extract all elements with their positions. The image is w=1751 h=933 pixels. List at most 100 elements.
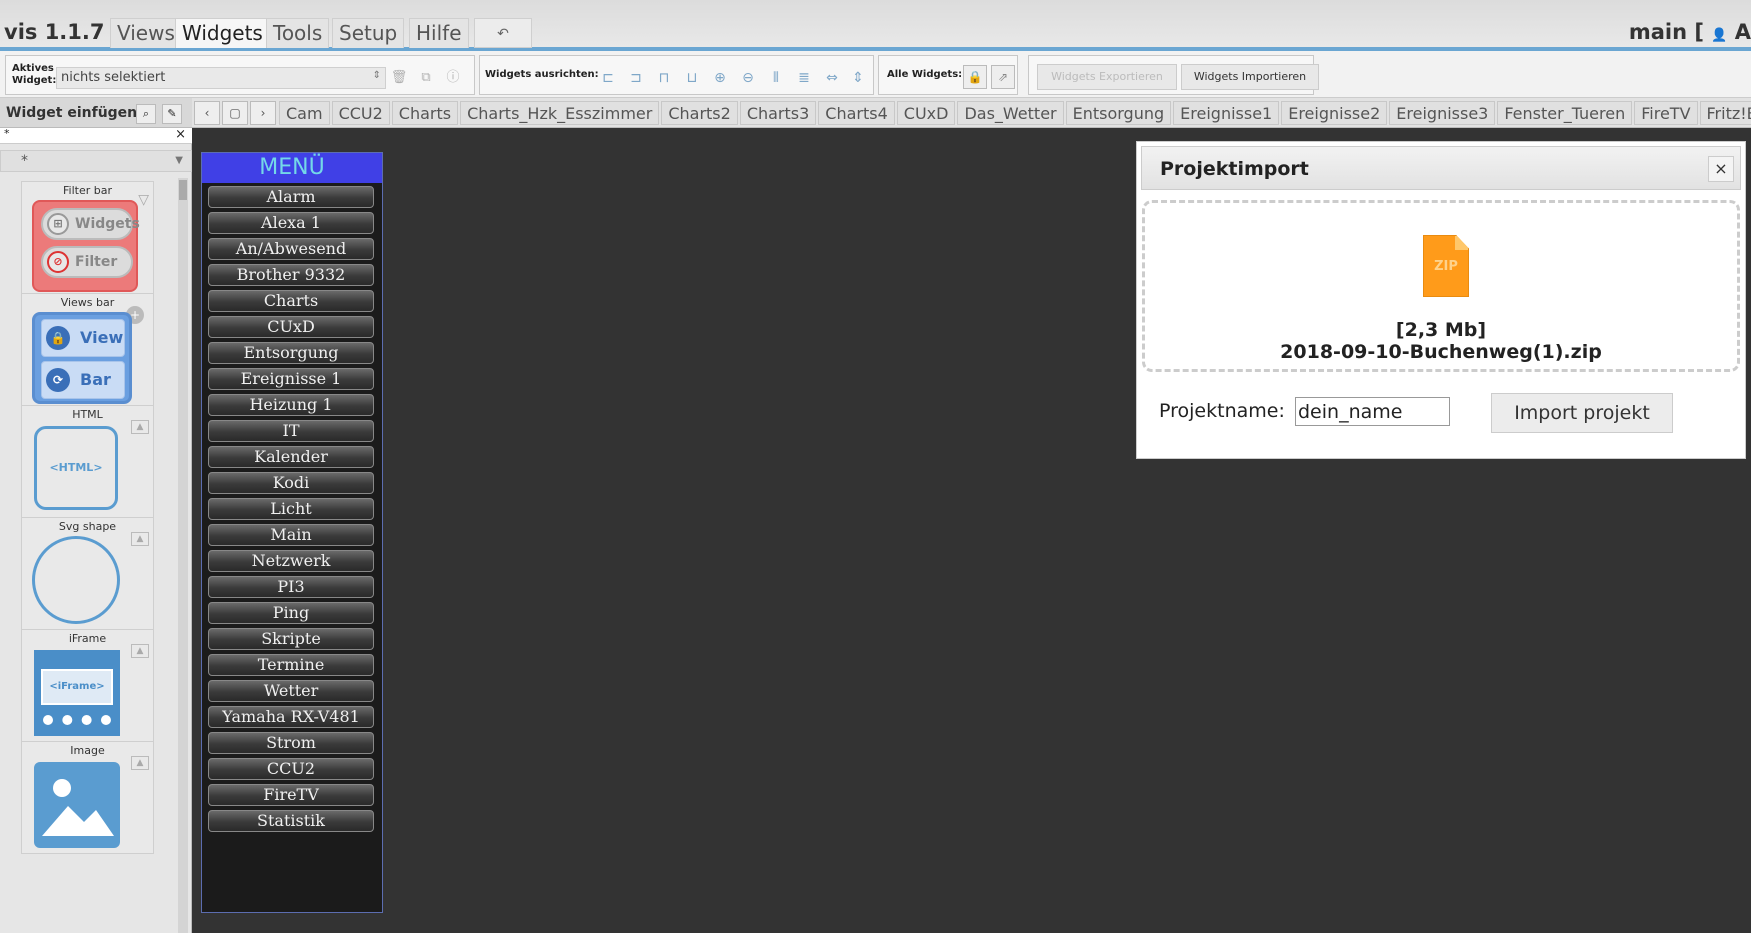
circle-shape-icon <box>32 536 120 624</box>
menu-button[interactable]: Brother 9332 <box>208 264 374 286</box>
palette-item-svg-shape[interactable]: Svg shape ▲ <box>21 517 154 630</box>
search-icon[interactable]: ⌕ <box>136 104 156 124</box>
tab-view[interactable]: Ereignisse3 <box>1389 101 1496 125</box>
tab-list-icon[interactable]: ▢ <box>222 101 248 125</box>
menu-button[interactable]: Strom <box>208 732 374 754</box>
user-icon[interactable]: 👤 <box>1711 28 1727 43</box>
palette-filter-input[interactable]: * × <box>0 127 192 144</box>
same-width-icon[interactable]: ⇔ <box>822 68 842 88</box>
file-name: 2018-09-10-Buchenweg(1).zip <box>1280 341 1602 363</box>
menu-button[interactable]: FireTV <box>208 784 374 806</box>
menu-button[interactable]: Termine <box>208 654 374 676</box>
project-name-input[interactable] <box>1295 397 1450 426</box>
filter-bar-preview: ⊞ Widgets ⊘ Filter <box>32 200 140 292</box>
menu-button[interactable]: Ping <box>208 602 374 624</box>
menu-widget[interactable]: MENÜ Alarm Alexa 1 An/Abwesend Brother 9332… <box>201 152 383 913</box>
same-height-icon[interactable]: ⇕ <box>848 68 868 88</box>
external-link-icon[interactable]: ⇗ <box>991 65 1015 89</box>
align-center-h-icon[interactable]: ⊖ <box>738 68 758 88</box>
menu-button[interactable]: An/Abwesend <box>208 238 374 260</box>
tab-prev-icon[interactable]: ‹ <box>194 101 220 125</box>
image-icon: ▲ <box>131 644 149 658</box>
palette-item-iframe[interactable]: iFrame ▲ <iFrame> <box>21 629 154 742</box>
preview-view-item: 🔒 View <box>41 319 125 357</box>
menu-button[interactable]: Alarm <box>208 186 374 208</box>
tag-icon[interactable]: ✎ <box>162 104 182 124</box>
tab-view[interactable]: Charts_Hzk_Esszimmer <box>460 101 660 125</box>
menu-button[interactable]: Wetter <box>208 680 374 702</box>
menu-button[interactable]: Charts <box>208 290 374 312</box>
tab-view[interactable]: Ereignisse2 <box>1281 101 1388 125</box>
tab-view[interactable]: FireTV <box>1634 101 1698 125</box>
align-center-v-icon[interactable]: ⊕ <box>710 68 730 88</box>
palette-item-filter-bar[interactable]: Filter bar ▽ ⊞ Widgets ⊘ Filter <box>21 181 154 294</box>
menu-button[interactable]: Kodi <box>208 472 374 494</box>
align-bottom-icon[interactable]: ⊔ <box>682 68 702 88</box>
widget-set-select[interactable]: * ▼ <box>0 150 192 172</box>
menu-button[interactable]: Main <box>208 524 374 546</box>
copy-icon[interactable]: ⧉ <box>415 67 437 89</box>
widget-set-value: * <box>21 153 28 169</box>
tab-view[interactable]: Charts3 <box>739 101 817 125</box>
menu-button[interactable]: Netzwerk <box>208 550 374 572</box>
menu-tools[interactable]: Tools <box>266 18 330 48</box>
tab-view[interactable]: Charts4 <box>818 101 895 125</box>
tab-view[interactable]: Fritz!Box_4040 <box>1699 101 1751 125</box>
menu-button[interactable]: CCU2 <box>208 758 374 780</box>
dialog-titlebar[interactable]: Projektimport × <box>1141 146 1741 190</box>
tab-view[interactable]: Charts <box>391 101 459 125</box>
palette-item-image[interactable]: Image ▲ <box>21 741 154 854</box>
export-widgets-button[interactable]: Widgets Exportieren <box>1037 64 1177 90</box>
tab-view[interactable]: CCU2 <box>331 101 390 125</box>
menu-widgets[interactable]: Widgets <box>175 18 270 48</box>
distribute-h-icon[interactable]: ⫴ <box>766 68 786 88</box>
align-left-icon[interactable]: ⊏ <box>598 68 618 88</box>
menu-button[interactable]: Licht <box>208 498 374 520</box>
align-right-icon[interactable]: ⊐ <box>626 68 646 88</box>
iframe-preview-label: <iFrame> <box>41 669 113 705</box>
menu-button[interactable]: CUxD <box>208 316 374 338</box>
palette-item-html[interactable]: HTML ▲ <HTML> <box>21 405 154 518</box>
menu-setup[interactable]: Setup <box>332 18 405 48</box>
palette-item-views-bar[interactable]: Views bar + 🔒 View ⟳ Bar <box>21 293 154 406</box>
menu-button[interactable]: Statistik <box>208 810 374 832</box>
close-icon[interactable]: × <box>1708 156 1734 182</box>
menu-button[interactable]: Yamaha RX-V481 <box>208 706 374 728</box>
tab-view[interactable]: Charts2 <box>661 101 738 125</box>
active-widget-select[interactable]: nichts selektiert ⇕ <box>56 67 386 89</box>
menu-button[interactable]: Skripte <box>208 628 374 650</box>
tab-view[interactable]: Cam <box>279 101 330 125</box>
menu-button[interactable]: Entsorgung <box>208 342 374 364</box>
preview-view-label: View <box>80 328 124 347</box>
tab-view[interactable]: Das_Wetter <box>957 101 1064 125</box>
align-top-icon[interactable]: ⊓ <box>654 68 674 88</box>
tab-view[interactable]: CUxD <box>896 101 956 125</box>
file-dropzone[interactable]: ZIP [2,3 Mb] 2018-09-10-Buchenweg(1).zip <box>1142 200 1740 372</box>
menu-hilfe[interactable]: Hilfe <box>409 18 469 48</box>
menu-button[interactable]: Alexa 1 <box>208 212 374 234</box>
undo-button[interactable]: ↶ <box>474 18 532 48</box>
lock-icon: 🔒 <box>46 326 70 350</box>
tab-view[interactable]: Entsorgung <box>1065 101 1172 125</box>
delete-icon[interactable]: 🗑 <box>388 67 410 89</box>
menu-button[interactable]: Kalender <box>208 446 374 468</box>
menu-button[interactable]: IT <box>208 420 374 442</box>
menu-button[interactable]: Ereignisse 1 <box>208 368 374 390</box>
clear-filter-icon[interactable]: × <box>175 127 186 142</box>
tab-view[interactable]: Ereignisse1 <box>1173 101 1280 125</box>
align-group: Widgets ausrichten: ⊏ ⊐ ⊓ ⊔ ⊕ ⊖ ⫴ ≣ ⇔ ⇕ <box>479 55 874 95</box>
scrollbar-thumb[interactable] <box>179 180 187 200</box>
iframe-dots <box>43 715 111 725</box>
info-icon[interactable]: ⓘ <box>442 67 464 89</box>
lock-icon[interactable]: 🔒 <box>963 65 987 89</box>
menu-views[interactable]: Views <box>110 18 182 48</box>
menu-button[interactable]: PI3 <box>208 576 374 598</box>
menu-button[interactable]: Heizung 1 <box>208 394 374 416</box>
import-widgets-button[interactable]: Widgets Importieren <box>1181 64 1319 90</box>
distribute-v-icon[interactable]: ≣ <box>794 68 814 88</box>
tab-view[interactable]: Fenster_Tueren <box>1497 101 1633 125</box>
align-label: Widgets ausrichten: <box>485 69 599 80</box>
tab-next-icon[interactable]: › <box>250 101 276 125</box>
palette-scrollbar[interactable] <box>178 178 188 933</box>
import-project-button[interactable]: Import projekt <box>1491 393 1673 433</box>
